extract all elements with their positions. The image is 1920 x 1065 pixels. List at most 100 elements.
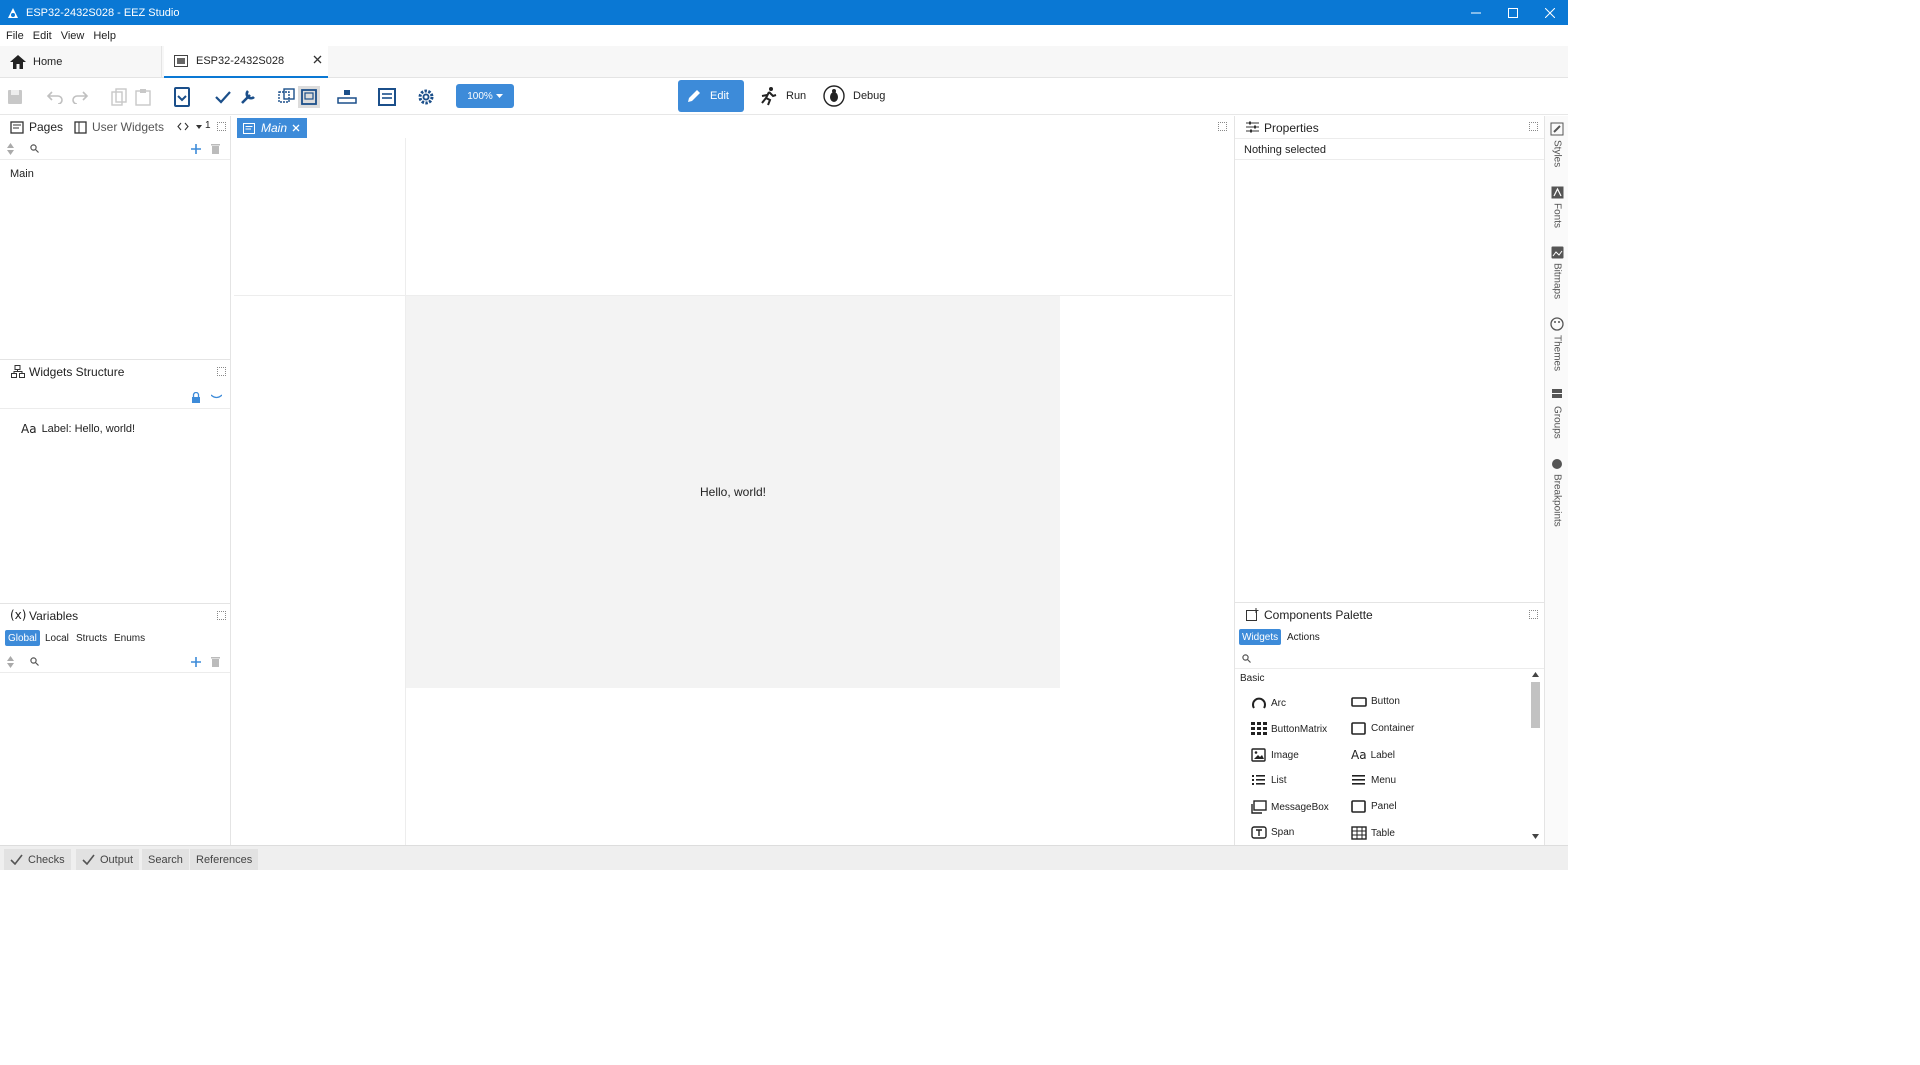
- scroll-down-icon[interactable]: [1532, 834, 1539, 839]
- variables-search-input[interactable]: [42, 654, 182, 670]
- paste-icon: [135, 89, 151, 106]
- maximize-button[interactable]: [1494, 0, 1531, 25]
- menu-view[interactable]: View: [61, 30, 85, 42]
- maximize-icon: [1507, 7, 1518, 18]
- palette-search-input[interactable]: [1255, 651, 1525, 667]
- side-tab-fonts[interactable]: Fonts: [1545, 186, 1569, 228]
- palette-item-messagebox[interactable]: MessageBox: [1251, 800, 1329, 814]
- palette-item-buttonmatrix[interactable]: ButtonMatrix: [1251, 722, 1327, 736]
- side-tab-groups[interactable]: Groups: [1545, 389, 1569, 439]
- run-mode-button[interactable]: Run: [752, 80, 814, 112]
- side-tab-themes[interactable]: Themes: [1545, 317, 1569, 371]
- check-button[interactable]: [213, 87, 233, 107]
- tab-variables-structs[interactable]: Structs: [73, 630, 110, 646]
- delete-icon[interactable]: [211, 143, 220, 154]
- debug-mode-button[interactable]: Debug: [815, 80, 893, 112]
- code-icon[interactable]: [177, 122, 189, 131]
- close-window-button[interactable]: [1531, 0, 1568, 25]
- show-frames-button[interactable]: [298, 86, 320, 108]
- bottom-tab-search[interactable]: Search: [142, 849, 189, 870]
- pages-search-row: [0, 138, 230, 160]
- show-components-button[interactable]: [277, 87, 297, 107]
- table-icon: [1351, 826, 1367, 840]
- maximize-panel-icon[interactable]: [1218, 122, 1227, 131]
- tab-palette-actions[interactable]: Actions: [1284, 629, 1323, 645]
- span-icon: [1251, 826, 1267, 839]
- tab-pages-label: Pages: [29, 120, 64, 134]
- menu-edit[interactable]: Edit: [33, 30, 52, 42]
- panel-icon: [1351, 800, 1366, 813]
- timeline-button[interactable]: [337, 87, 357, 107]
- palette-scrollbar[interactable]: [1531, 671, 1541, 843]
- wrench-icon: [241, 90, 255, 104]
- properties-header: Properties: [1235, 116, 1544, 138]
- sort-icon[interactable]: [7, 656, 14, 668]
- components-palette-title: Components Palette: [1264, 608, 1373, 622]
- side-tab-bitmaps[interactable]: Bitmaps: [1545, 246, 1569, 299]
- maximize-panel-icon[interactable]: [217, 122, 226, 131]
- editor-view-button[interactable]: [377, 87, 397, 107]
- tab-variables-global[interactable]: Global: [5, 630, 40, 646]
- tab-main-page[interactable]: Main: [237, 118, 307, 138]
- add-icon[interactable]: [191, 144, 201, 154]
- close-tab-icon[interactable]: [292, 124, 300, 132]
- bottom-tab-output[interactable]: Output: [76, 849, 140, 870]
- editor-tab-bar: Main: [234, 116, 1232, 138]
- palette-item-button[interactable]: Button: [1351, 696, 1400, 707]
- settings-button[interactable]: [416, 87, 436, 107]
- bottom-tab-checks[interactable]: Checks: [4, 849, 71, 870]
- scrollbar-thumb[interactable]: [1531, 682, 1540, 728]
- tab-variables-local[interactable]: Local: [42, 630, 72, 646]
- build-button[interactable]: [238, 87, 258, 107]
- close-tab-icon[interactable]: [313, 55, 322, 64]
- palette-item-table[interactable]: Table: [1351, 826, 1395, 840]
- paste-button[interactable]: [133, 87, 153, 107]
- palette-item-panel[interactable]: Panel: [1351, 800, 1397, 813]
- edit-mode-button[interactable]: Edit: [678, 80, 744, 112]
- lock-icon[interactable]: [191, 392, 201, 403]
- copy-button[interactable]: [109, 87, 129, 107]
- palette-item-menu[interactable]: Menu: [1351, 774, 1396, 786]
- maximize-panel-icon[interactable]: [1529, 122, 1538, 131]
- device-screen[interactable]: Hello, world!: [406, 296, 1060, 688]
- save-button[interactable]: [5, 87, 25, 107]
- side-tab-breakpoints[interactable]: Breakpoints: [1545, 458, 1569, 527]
- tab-user-widgets[interactable]: User Widgets: [74, 120, 164, 134]
- delete-icon[interactable]: [211, 656, 220, 667]
- palette-item-list[interactable]: List: [1251, 774, 1287, 786]
- widget-tree-item-label[interactable]: Aa Label: Hello, world!: [21, 422, 135, 436]
- palette-item-container[interactable]: Container: [1351, 722, 1414, 735]
- undo-button[interactable]: [45, 87, 65, 107]
- tab-palette-widgets[interactable]: Widgets: [1239, 629, 1282, 645]
- tab-variables-enums[interactable]: Enums: [111, 630, 148, 646]
- maximize-panel-icon[interactable]: [217, 611, 226, 620]
- side-tab-styles[interactable]: Styles: [1545, 122, 1569, 167]
- maximize-panel-icon[interactable]: [1529, 610, 1538, 619]
- tab-home[interactable]: Home: [0, 46, 162, 78]
- caret-down-icon[interactable]: [196, 125, 202, 129]
- scroll-up-icon[interactable]: [1532, 672, 1539, 677]
- tab-pages[interactable]: Pages: [10, 120, 63, 134]
- side-tab-label: Bitmaps: [1551, 263, 1563, 300]
- tab-project[interactable]: ESP32-2432S028: [164, 46, 328, 78]
- widgets-structure-header: Widgets Structure: [0, 359, 230, 381]
- label-widget-hello[interactable]: Hello, world!: [406, 296, 1060, 688]
- eye-closed-icon[interactable]: [211, 394, 222, 400]
- page-item-main[interactable]: Main: [10, 168, 34, 180]
- redo-button[interactable]: [70, 87, 90, 107]
- maximize-panel-icon[interactable]: [217, 367, 226, 376]
- palette-item-span[interactable]: Span: [1251, 826, 1294, 839]
- sort-icon[interactable]: [7, 143, 14, 155]
- publish-button[interactable]: [172, 87, 192, 107]
- page-editor-canvas[interactable]: Hello, world!: [234, 138, 1232, 845]
- minimize-button[interactable]: [1457, 0, 1494, 25]
- palette-item-label[interactable]: Aa Label: [1351, 748, 1395, 762]
- palette-item-arc[interactable]: Arc: [1251, 696, 1286, 710]
- palette-item-image[interactable]: Image: [1251, 748, 1299, 762]
- menu-help[interactable]: Help: [93, 30, 116, 42]
- add-icon[interactable]: [191, 657, 201, 667]
- zoom-dropdown[interactable]: 100%: [456, 84, 514, 108]
- pages-search-input[interactable]: [42, 141, 182, 157]
- menu-file[interactable]: File: [6, 30, 24, 42]
- bottom-tab-references[interactable]: References: [190, 849, 259, 870]
